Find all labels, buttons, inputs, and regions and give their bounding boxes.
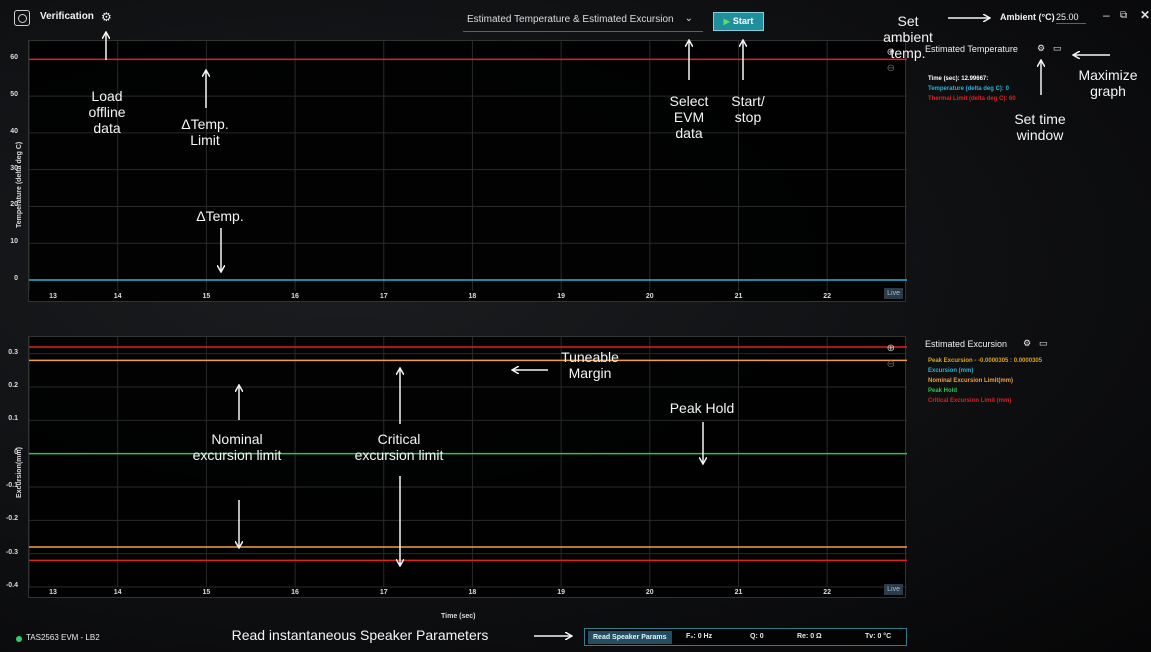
live-badge[interactable]: Live	[884, 584, 903, 595]
excursion-x-tick-label: 14	[113, 589, 122, 596]
chevron-down-icon: ⌄	[684, 13, 693, 24]
annotation-set-time-window: Set time window	[1014, 111, 1066, 143]
excursion-x-tick-label: 16	[291, 589, 299, 596]
load-offline-gear-icon[interactable]: ⚙	[101, 11, 112, 23]
app-logo-icon	[14, 10, 30, 26]
restore-window-button[interactable]: ⧉	[1120, 10, 1127, 21]
excursion-maximize-icon[interactable]: ▭	[1039, 338, 1048, 349]
tv-value: Tv: 0 °C	[865, 633, 892, 640]
excursion-x-tick-label: 13	[49, 589, 57, 596]
excursion-plot-svg	[29, 337, 907, 588]
excursion-x-tick-label: 20	[645, 589, 654, 596]
temperature-x-tick-label: 13	[49, 293, 57, 300]
q-value: Q: 0	[750, 633, 764, 640]
annotation-temp-limit: ΔTemp. Limit	[181, 116, 229, 148]
temperature-legend-item: Temperature (delta deg C): 0	[928, 86, 1009, 92]
zoom-out-icon[interactable]: ⊖	[887, 63, 895, 74]
temperature-legend: Time (sec): 12.99667: Temperature (delta …	[928, 76, 1016, 106]
temperature-plot[interactable]: ⊕ ⊖ Live	[28, 40, 907, 302]
excursion-plot[interactable]: ⊕ ⊖ Live	[28, 336, 907, 598]
annotation-tuneable-margin: Tuneable Margin	[561, 349, 619, 381]
excursion-y-tick-label: 0.3	[8, 348, 18, 356]
temperature-y-tick-label: 40	[10, 127, 18, 135]
live-badge[interactable]: Live	[884, 288, 903, 299]
excursion-legend-item: Nominal Excursion Limit(mm)	[928, 378, 1014, 384]
temperature-x-tick-label: 19	[557, 293, 566, 300]
temperature-time-window-gear-icon[interactable]: ⚙	[1037, 43, 1045, 54]
excursion-x-tick-label: 21	[734, 589, 743, 596]
temperature-y-axis-label: Temperature (delta deg C)	[16, 141, 23, 228]
excursion-y-tick-label: -0.4	[5, 582, 18, 589]
play-icon: ▶	[723, 17, 730, 26]
temperature-y-tick-label: 30	[10, 164, 18, 172]
temperature-x-tick-label: 22	[823, 293, 832, 300]
temperature-x-tick-label: 14	[113, 293, 122, 300]
start-button-label: Start	[732, 16, 754, 26]
excursion-time-window-gear-icon[interactable]: ⚙	[1023, 338, 1031, 349]
evm-data-select[interactable]: Estimated Temperature & Estimated Excurs…	[463, 10, 703, 32]
temperature-x-tick-label: 15	[202, 293, 211, 300]
re-value: Re: 0 Ω	[797, 633, 822, 640]
excursion-x-tick-label: 15	[202, 589, 211, 596]
minimize-window-button[interactable]: –	[1103, 8, 1110, 22]
start-button[interactable]: ▶ Start	[713, 12, 764, 31]
temperature-y-tick-label: 50	[10, 91, 18, 99]
temperature-x-tick-label: 17	[379, 293, 388, 300]
excursion-legend-item: Peak Excursion - -0.0000305 : 0.0000305	[928, 358, 1043, 364]
excursion-legend-item: Critical Excursion Limit (mm)	[928, 398, 1012, 404]
temperature-y-tick-label: 0	[14, 274, 18, 282]
zoom-out-icon[interactable]: ⊖	[887, 359, 895, 370]
annotation-maximize: Maximize graph	[1078, 67, 1138, 99]
excursion-y-tick-label: 0.1	[8, 415, 18, 423]
temperature-plot-svg	[29, 41, 907, 291]
temperature-x-tick-label: 21	[734, 293, 743, 300]
annotation-nominal-limit: Nominal excursion limit	[192, 431, 282, 463]
temperature-y-tick-label: 10	[10, 238, 18, 246]
excursion-y-tick-label: -0.1	[5, 482, 18, 489]
data-select-value: Estimated Temperature & Estimated Excurs…	[467, 14, 674, 25]
excursion-x-tick-label: 18	[468, 589, 477, 596]
ambient-temp-input[interactable]	[1056, 10, 1086, 24]
temperature-x-tick-label: 18	[468, 293, 477, 300]
temperature-y-tick-label: 60	[10, 54, 18, 62]
excursion-legend: Peak Excursion - -0.0000305 : 0.0000305 E…	[928, 358, 1042, 408]
read-speaker-params-button[interactable]: Read Speaker Params	[588, 631, 672, 644]
temperature-x-tick-label: 16	[291, 293, 299, 300]
ambient-label: Ambient (°C)	[1000, 12, 1055, 22]
device-label: TAS2563 EVM - LB2	[26, 633, 100, 642]
connection-status-dot	[16, 636, 22, 642]
annotation-start-stop: Start/ stop	[731, 93, 765, 125]
excursion-x-tick-label: 19	[557, 589, 566, 596]
annotation-read-params: Read instantaneous Speaker Parameters	[231, 627, 489, 643]
temperature-maximize-icon[interactable]: ▭	[1053, 43, 1062, 54]
excursion-x-tick-label: 22	[823, 589, 832, 596]
excursion-legend-item: Excursion (mm)	[928, 368, 974, 374]
annotation-critical-limit: Critical excursion limit	[354, 431, 444, 463]
time-x-axis-label: Time (sec)	[441, 613, 476, 620]
excursion-y-tick-label: 0	[14, 448, 18, 456]
f0-value: F₀: 0 Hz	[686, 633, 713, 640]
annotation-temp: ΔTemp.	[196, 208, 244, 224]
excursion-y-tick-label: -0.2	[5, 515, 18, 523]
temperature-y-tick-label: 20	[10, 201, 18, 209]
annotation-select-evm: Select EVM data	[669, 93, 709, 141]
temperature-x-tick-label: 20	[645, 293, 654, 300]
zoom-in-icon[interactable]: ⊕	[887, 343, 895, 354]
excursion-legend-title: Estimated Excursion	[925, 339, 1008, 349]
annotation-load-offline: Load offline data	[88, 88, 126, 136]
temperature-legend-item: Time (sec): 12.99667:	[928, 76, 989, 82]
temperature-legend-item: Thermal Limit (delta deg C): 60	[928, 96, 1016, 102]
annotation-set-ambient: Set ambient temp.	[883, 13, 933, 61]
excursion-legend-item: Peak Hold	[928, 388, 958, 394]
annotation-peak-hold: Peak Hold	[669, 400, 735, 416]
excursion-y-tick-label: 0.2	[8, 382, 18, 389]
app-title: Verification	[40, 11, 94, 22]
close-window-button[interactable]: ✕	[1140, 8, 1150, 22]
excursion-x-tick-label: 17	[379, 589, 388, 596]
excursion-y-tick-label: -0.3	[5, 548, 18, 556]
